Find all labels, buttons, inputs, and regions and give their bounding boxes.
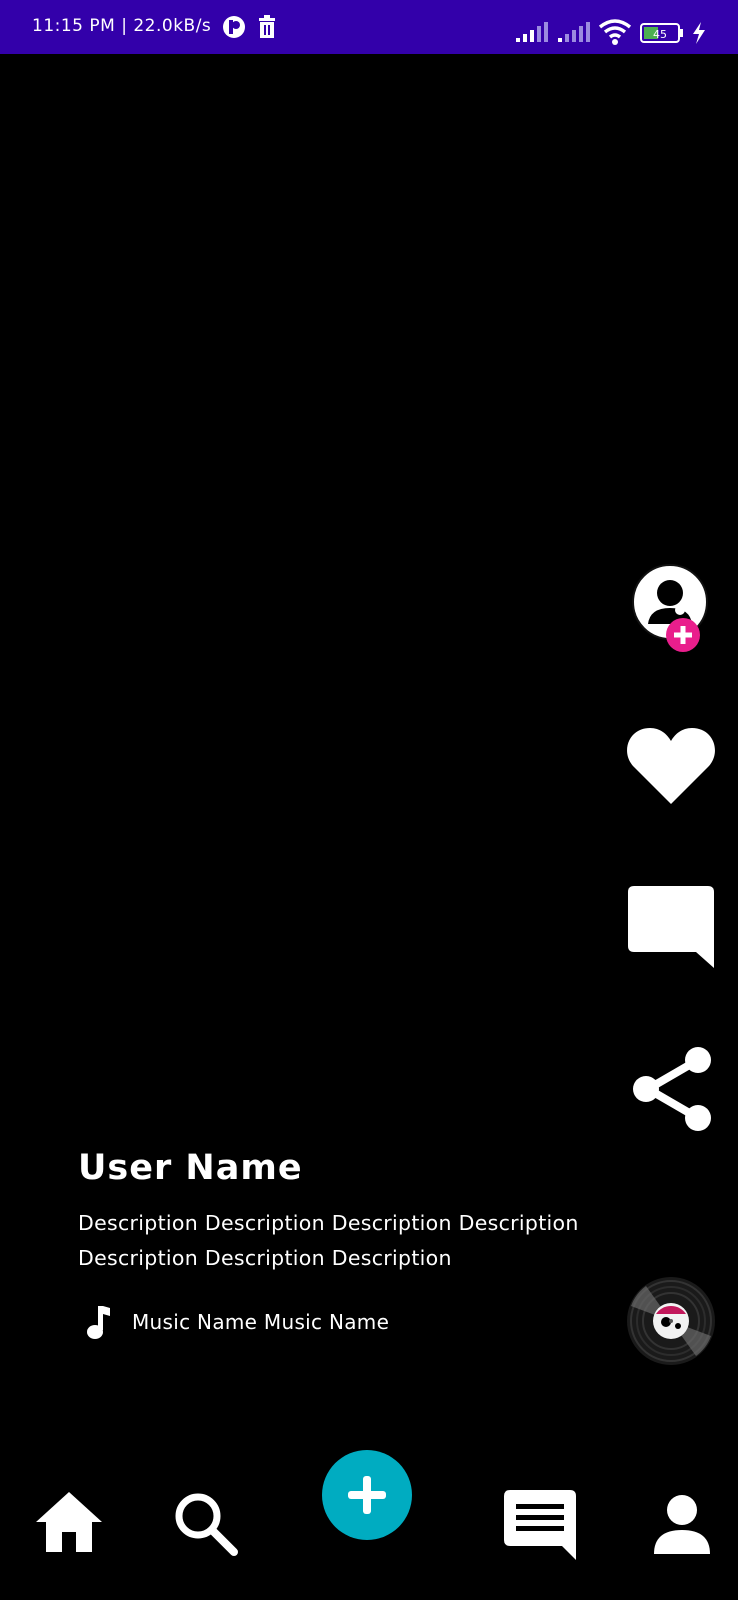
video-caption: User Name Description Description Descri…	[78, 1148, 618, 1276]
music-row[interactable]: Music Name Music Name	[84, 1302, 389, 1342]
video-description: Description Description Description Desc…	[78, 1211, 579, 1270]
profile-follow-button[interactable]	[630, 562, 714, 652]
user-name[interactable]: User Name	[78, 1148, 618, 1188]
music-name: Music Name Music Name	[132, 1310, 390, 1334]
heart-icon[interactable]	[626, 724, 716, 806]
add-button[interactable]	[322, 1450, 412, 1540]
follow-plus-icon[interactable]	[664, 616, 702, 654]
charging-icon	[693, 22, 705, 44]
signal-icon	[558, 22, 590, 42]
app-notification-icon	[223, 16, 245, 38]
search-icon[interactable]	[172, 1490, 240, 1558]
trash-icon	[259, 15, 275, 38]
home-icon[interactable]	[34, 1490, 104, 1554]
comment-icon[interactable]	[628, 884, 714, 968]
battery-level: 45	[653, 28, 667, 41]
battery-icon: 45	[640, 23, 683, 43]
share-icon[interactable]	[630, 1044, 716, 1134]
signal-icon	[516, 22, 548, 42]
music-note-icon	[87, 1306, 110, 1339]
status-time-speed: 11:15 PM | 22.0kB/s	[32, 16, 212, 36]
wifi-icon	[598, 19, 632, 45]
profile-icon[interactable]	[652, 1494, 712, 1554]
status-bar: 11:15 PM | 22.0kB/s 45	[0, 0, 738, 54]
add-icon	[348, 1476, 386, 1514]
music-disc-icon[interactable]	[626, 1276, 716, 1366]
inbox-icon[interactable]	[504, 1488, 576, 1560]
